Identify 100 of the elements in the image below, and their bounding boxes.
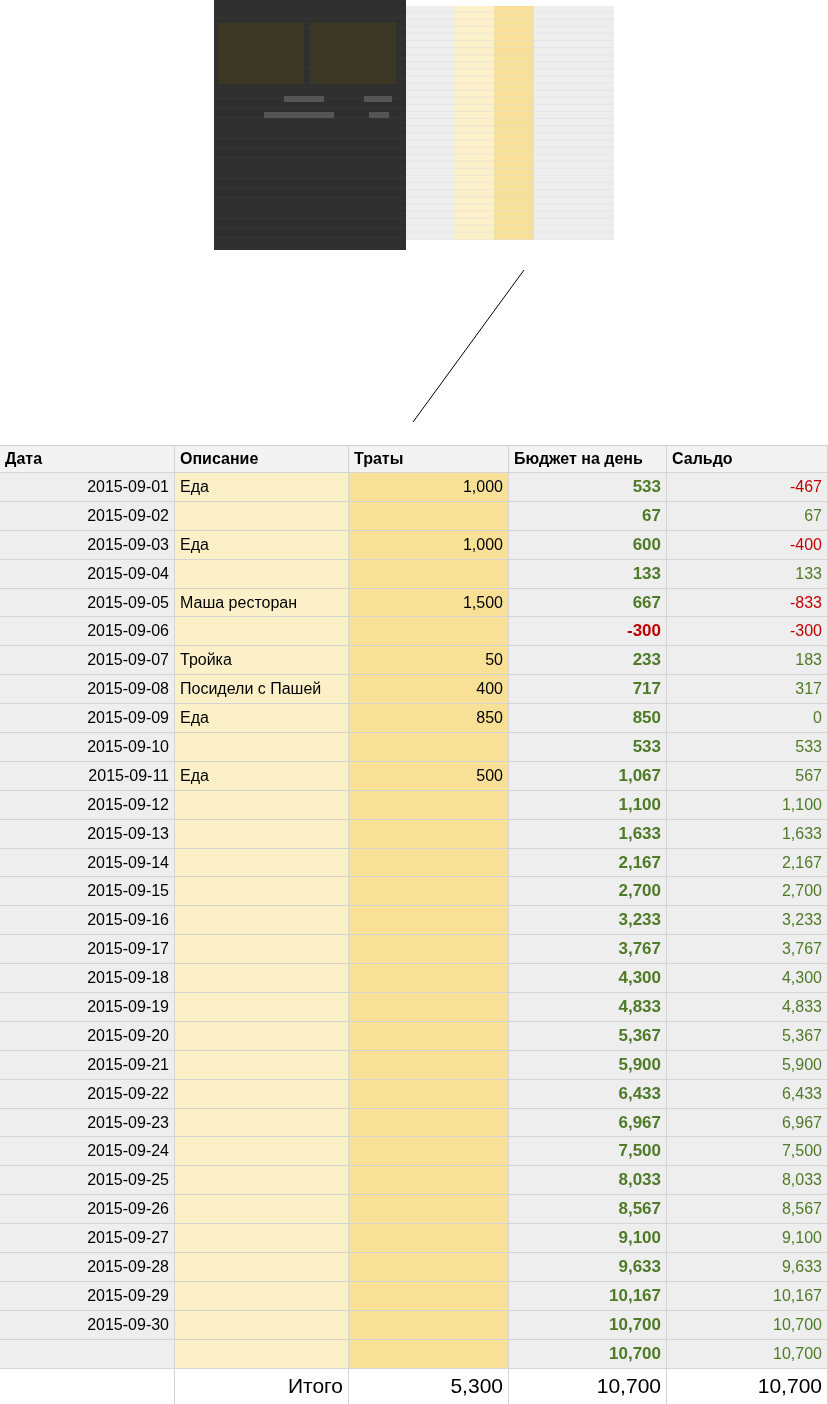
spending-cell: 850 — [349, 704, 509, 733]
date-cell: 2015-09-29 — [0, 1281, 175, 1311]
budget-cell: 10,700 — [509, 1310, 667, 1340]
date-cell: 2015-09-02 — [0, 501, 175, 531]
budget-cell: 6,967 — [509, 1108, 667, 1138]
date-cell: 2015-09-16 — [0, 906, 175, 936]
description-cell: Еда — [175, 530, 349, 560]
date-cell: 2015-09-25 — [0, 1166, 175, 1196]
description-cell: Еда — [175, 761, 349, 791]
description-cell: Еда — [175, 473, 349, 502]
spending-cell: 500 — [349, 761, 509, 791]
balance-cell: 0 — [667, 704, 828, 733]
date-cell: 2015-09-26 — [0, 1195, 175, 1225]
balance-cell: 8,567 — [667, 1195, 828, 1225]
date-cell: 2015-09-30 — [0, 1310, 175, 1340]
date-cell: 2015-09-07 — [0, 646, 175, 676]
budget-cell: 10,700 — [509, 1339, 667, 1369]
budget-cell: 3,233 — [509, 906, 667, 936]
description-cell: Маша ресторан — [175, 588, 349, 618]
budget-cell: 8,567 — [509, 1195, 667, 1225]
balance-cell: 6,433 — [667, 1079, 828, 1109]
budget-cell: 2,700 — [509, 877, 667, 907]
date-cell: 2015-09-22 — [0, 1079, 175, 1109]
balance-cell: -467 — [667, 473, 828, 502]
column-header: Описание — [175, 446, 349, 473]
column-header: Дата — [0, 446, 175, 473]
budget-cell: 850 — [509, 704, 667, 733]
budget-cell: -300 — [509, 617, 667, 647]
description-cell: Тройка — [175, 646, 349, 676]
balance-cell: -300 — [667, 617, 828, 647]
balance-cell: 10,700 — [667, 1339, 828, 1369]
budget-cell: 133 — [509, 559, 667, 589]
date-cell: 2015-09-28 — [0, 1253, 175, 1282]
budget-cell: 1,067 — [509, 761, 667, 791]
date-cell: 2015-09-17 — [0, 935, 175, 965]
budget-cell: 717 — [509, 675, 667, 705]
date-cell: 2015-09-21 — [0, 1050, 175, 1080]
date-cell: 2015-09-09 — [0, 704, 175, 733]
date-cell: 2015-09-04 — [0, 559, 175, 589]
column-header: Бюджет на день — [509, 446, 667, 473]
balance-cell: 3,233 — [667, 906, 828, 936]
budget-cell: 10,167 — [509, 1281, 667, 1311]
budget-cell: 600 — [509, 530, 667, 560]
budget-cell: 4,300 — [509, 964, 667, 994]
balance-cell: 1,633 — [667, 819, 828, 849]
date-cell: 2015-09-03 — [0, 530, 175, 560]
column-header: Сальдо — [667, 446, 828, 473]
date-cell: 2015-09-05 — [0, 588, 175, 618]
budget-cell: 9,100 — [509, 1224, 667, 1254]
budget-cell: 5,367 — [509, 1021, 667, 1051]
balance-cell: 133 — [667, 559, 828, 589]
date-cell: 2015-09-10 — [0, 733, 175, 762]
budget-cell: 8,033 — [509, 1166, 667, 1196]
date-cell: 2015-09-01 — [0, 473, 175, 502]
balance-cell: 183 — [667, 646, 828, 676]
spending-cell: 1,500 — [349, 588, 509, 618]
budget-cell: 667 — [509, 588, 667, 618]
balance-cell: -833 — [667, 588, 828, 618]
budget-cell: 9,633 — [509, 1253, 667, 1282]
budget-cell: 1,633 — [509, 819, 667, 849]
budget-cell: 233 — [509, 646, 667, 676]
balance-cell: 4,300 — [667, 964, 828, 994]
budget-cell: 533 — [509, 733, 667, 762]
balance-cell: 10,167 — [667, 1281, 828, 1311]
balance-cell: 4,833 — [667, 993, 828, 1022]
date-cell: 2015-09-06 — [0, 617, 175, 647]
balance-cell: -400 — [667, 530, 828, 560]
date-cell: 2015-09-08 — [0, 675, 175, 705]
budget-cell: 1,100 — [509, 790, 667, 820]
balance-cell: 9,633 — [667, 1253, 828, 1282]
date-cell: 2015-09-11 — [0, 761, 175, 791]
balance-cell: 2,167 — [667, 848, 828, 878]
balance-cell: 1,100 — [667, 790, 828, 820]
balance-cell: 9,100 — [667, 1224, 828, 1254]
date-cell: 2015-09-19 — [0, 993, 175, 1022]
balance-cell: 5,900 — [667, 1050, 828, 1080]
budget-cell: 6,433 — [509, 1079, 667, 1109]
budget-cell: 5,900 — [509, 1050, 667, 1080]
balance-cell: 567 — [667, 761, 828, 791]
spending-cell: 1,000 — [349, 473, 509, 502]
budget-cell: 7,500 — [509, 1137, 667, 1167]
date-cell: 2015-09-23 — [0, 1108, 175, 1138]
balance-cell: 67 — [667, 501, 828, 531]
balance-cell: 7,500 — [667, 1137, 828, 1167]
description-cell: Еда — [175, 704, 349, 733]
date-cell: 2015-09-14 — [0, 848, 175, 878]
budget-cell: 533 — [509, 473, 667, 502]
date-cell: 2015-09-18 — [0, 964, 175, 994]
date-cell: 2015-09-12 — [0, 790, 175, 820]
date-cell: 2015-09-24 — [0, 1137, 175, 1167]
budget-cell: 3,767 — [509, 935, 667, 965]
date-cell: 2015-09-15 — [0, 877, 175, 907]
spending-cell: 1,000 — [349, 530, 509, 560]
date-cell: 2015-09-20 — [0, 1021, 175, 1051]
date-cell: 2015-09-27 — [0, 1224, 175, 1254]
spending-cell: 400 — [349, 675, 509, 705]
budget-cell: 67 — [509, 501, 667, 531]
budget-cell: 2,167 — [509, 848, 667, 878]
description-cell: Посидели с Пашей — [175, 675, 349, 705]
spending-cell: 50 — [349, 646, 509, 676]
